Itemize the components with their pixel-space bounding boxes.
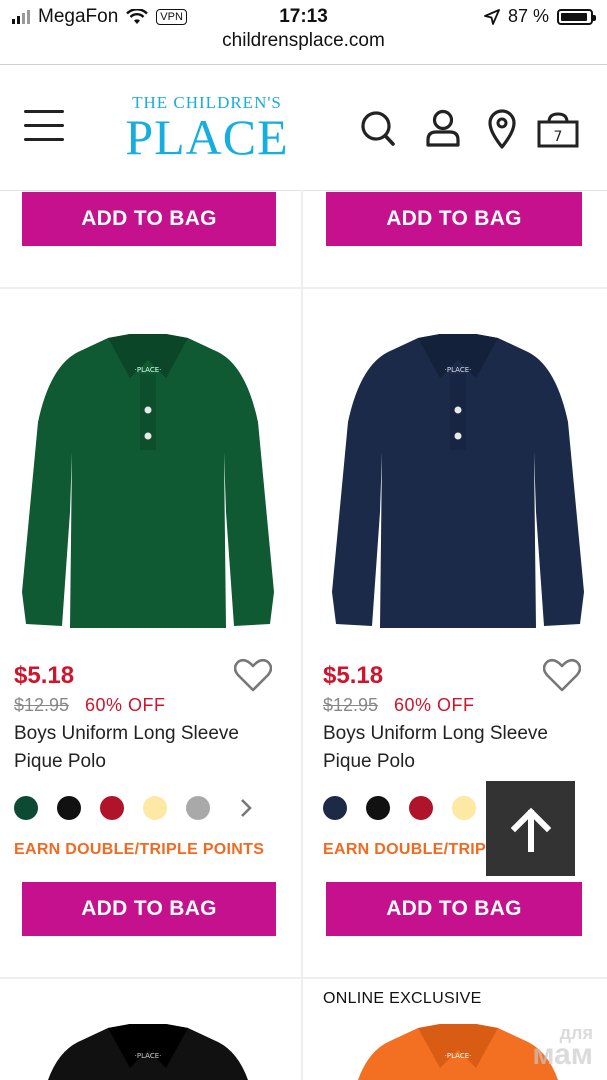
shirt-label: ·PLACE· — [445, 366, 472, 374]
color-swatch[interactable] — [323, 796, 347, 820]
battery-icon — [557, 8, 596, 25]
discount-label: 60% OFF — [85, 695, 166, 715]
shirt-label: ·PLACE· — [135, 366, 162, 374]
sale-price: $5.18 — [14, 662, 75, 689]
watermark-bottom: мам — [532, 1038, 593, 1071]
site-header: THE CHILDREN'S PLACE 7 — [0, 65, 607, 191]
color-swatch[interactable] — [100, 796, 124, 820]
shirt-label: ·PLACE· — [135, 1052, 162, 1060]
product-image[interactable]: ·PLACE· — [322, 332, 594, 628]
wishlist-heart-icon[interactable] — [234, 658, 272, 692]
row-divider — [0, 287, 607, 289]
address-bar-url[interactable]: childrensplace.com — [0, 30, 607, 52]
wishlist-heart-icon[interactable] — [543, 658, 581, 692]
color-swatch[interactable] — [409, 796, 433, 820]
logo-main-text: PLACE — [125, 109, 289, 165]
account-icon[interactable] — [425, 109, 461, 147]
status-right: 87 % — [484, 6, 596, 27]
color-swatch[interactable] — [14, 796, 38, 820]
original-price: $12.95 — [323, 695, 379, 715]
shirt-button — [144, 432, 152, 440]
shirt-button — [144, 406, 152, 414]
status-bar: MegaFon VPN 17:13 87 % childrensplace.co… — [0, 0, 607, 65]
menu-icon[interactable] — [24, 110, 64, 142]
chevron-right-icon[interactable] — [240, 798, 252, 818]
arrow-up-icon — [510, 807, 551, 852]
add-to-bag-button[interactable]: ADD TO BAG — [22, 882, 276, 936]
store-locator-icon[interactable] — [487, 109, 517, 149]
shopping-bag-icon[interactable]: 7 — [537, 112, 579, 148]
product-image[interactable]: ·PLACE· — [12, 332, 284, 628]
search-icon[interactable] — [360, 109, 396, 147]
shirt-button — [454, 432, 462, 440]
color-swatch[interactable] — [366, 796, 390, 820]
column-divider — [301, 190, 303, 1080]
color-swatch[interactable] — [143, 796, 167, 820]
location-arrow-icon — [484, 8, 500, 25]
color-swatch[interactable] — [57, 796, 81, 820]
color-swatch[interactable] — [452, 796, 476, 820]
row-divider — [0, 977, 607, 979]
color-swatches — [323, 796, 476, 820]
scroll-to-top-button[interactable] — [486, 781, 575, 876]
color-swatches — [14, 796, 210, 820]
add-to-bag-button[interactable]: ADD TO BAG — [22, 192, 276, 246]
watermark: для мам — [532, 1024, 593, 1071]
sale-price: $5.18 — [323, 662, 384, 689]
discount-label: 60% OFF — [394, 695, 475, 715]
bag-count: 7 — [554, 129, 563, 145]
online-exclusive-label: ONLINE EXCLUSIVE — [323, 990, 482, 1007]
earn-points-label: EARN DOUBLE/TRIPLE POINTS — [323, 841, 485, 858]
product-name[interactable]: Boys Uniform Long Sleeve Pique Polo — [323, 720, 593, 776]
add-to-bag-button[interactable]: ADD TO BAG — [326, 192, 582, 246]
add-to-bag-button[interactable]: ADD TO BAG — [326, 882, 582, 936]
battery-percent: 87 % — [507, 6, 549, 26]
color-swatch[interactable] — [186, 796, 210, 820]
earn-points-label: EARN DOUBLE/TRIPLE POINTS — [14, 841, 265, 858]
product-image[interactable]: ·PLACE· — [12, 1022, 284, 1080]
shirt-label: ·PLACE· — [445, 1052, 472, 1060]
site-logo[interactable]: THE CHILDREN'S PLACE — [118, 93, 296, 165]
shirt-button — [454, 406, 462, 414]
product-name[interactable]: Boys Uniform Long Sleeve Pique Polo — [14, 720, 284, 776]
original-price: $12.95 — [14, 695, 70, 715]
